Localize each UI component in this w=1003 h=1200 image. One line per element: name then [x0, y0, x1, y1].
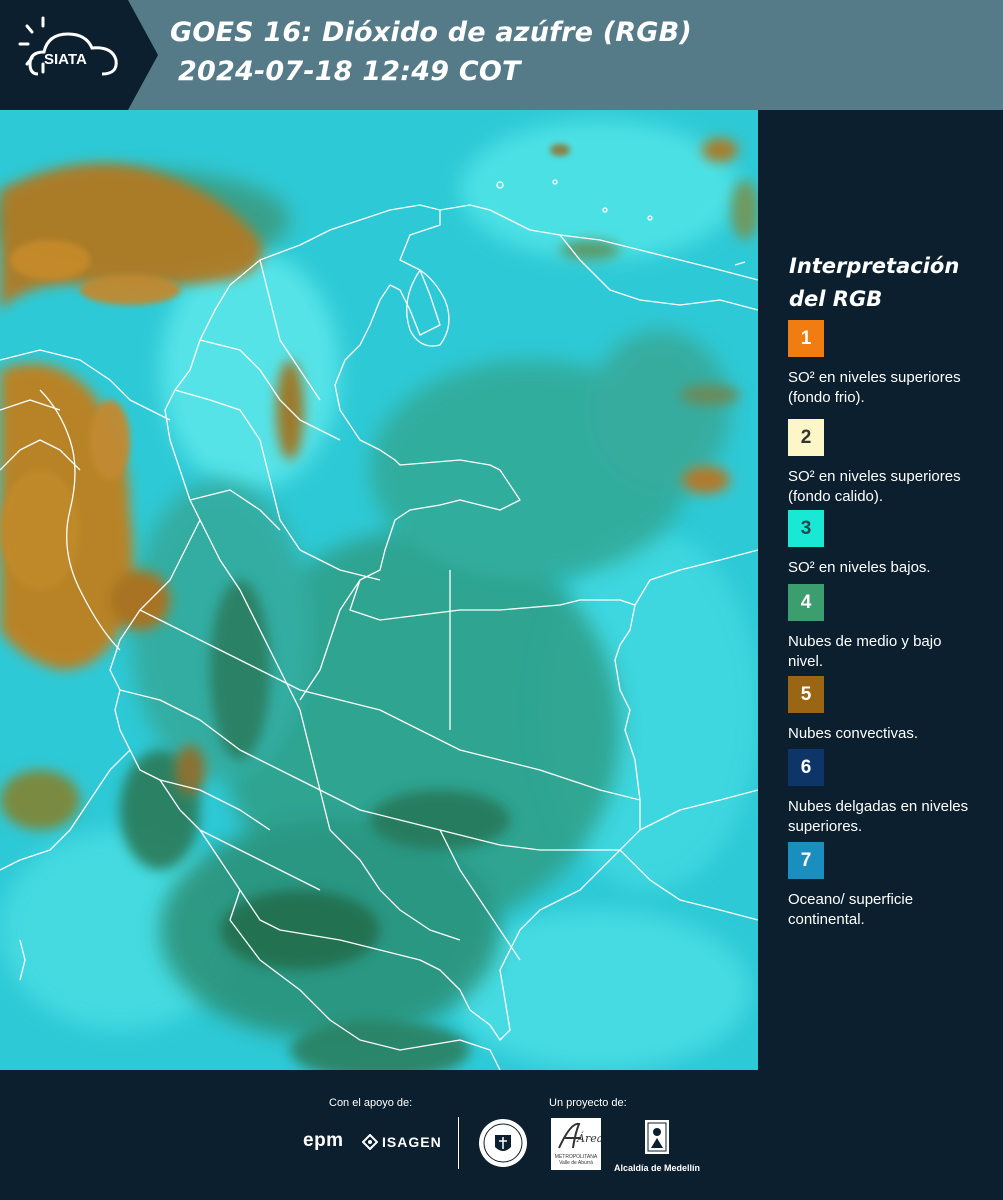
- legend-label-6: Nubes delgadas en niveles superiores.: [788, 798, 969, 835]
- alcaldia-logo: Alcaldía de Medellín: [612, 1118, 702, 1173]
- legend-label-7: Oceano/ superficie continental.: [788, 891, 914, 928]
- legend-label-3: SO² en niveles bajos.: [788, 559, 931, 576]
- legend-swatch-4: 4: [788, 584, 824, 621]
- footer-divider: [458, 1117, 459, 1169]
- header-bar: SIATA GOES 16: Dióxido de azúfre (RGB) 2…: [0, 0, 1003, 110]
- siata-logo-text: SIATA: [44, 51, 87, 68]
- alcaldia-text: Alcaldía de Medellín: [613, 1163, 701, 1173]
- isagen-icon: [362, 1134, 378, 1150]
- legend-panel: Interpretación del RGB 1 SO² en niveles …: [758, 110, 1003, 1070]
- satellite-map[interactable]: [0, 110, 758, 1070]
- legend-swatch-5: 5: [788, 676, 824, 713]
- support-caption: Con el apoyo de:: [329, 1097, 413, 1109]
- legend-swatch-6: 6: [788, 749, 824, 786]
- legend-swatch-2: 2: [788, 419, 824, 456]
- area-logo-subtext: METROPOLITANA Valle de Aburrá: [554, 1154, 598, 1166]
- medellin-seal-icon: [479, 1119, 527, 1167]
- legend-swatch-1: 1: [788, 320, 824, 357]
- epm-logo: epm: [303, 1130, 344, 1151]
- area-logo-text: Área: [576, 1131, 601, 1145]
- page-timestamp: 2024-07-18 12:49 COT: [178, 56, 521, 87]
- isagen-logo: ISAGEN: [362, 1132, 442, 1152]
- isagen-text: ISAGEN: [382, 1134, 442, 1150]
- legend-label-4: Nubes de medio y bajo nivel.: [788, 633, 942, 670]
- legend-label-5: Nubes convectivas.: [788, 725, 919, 742]
- legend-label-2: SO² en niveles superiores (fondo calido)…: [788, 468, 961, 505]
- page-title: GOES 16: Dióxido de azúfre (RGB): [170, 17, 692, 48]
- legend-label-1: SO² en niveles superiores (fondo frio).: [788, 369, 961, 406]
- project-caption: Un proyecto de:: [549, 1097, 627, 1109]
- footer: Con el apoyo de: Un proyecto de: epm ISA…: [0, 1070, 1003, 1200]
- area-metropolitana-logo: Área METROPOLITANA Valle de Aburrá: [551, 1118, 603, 1170]
- legend-title: Interpretación del RGB: [789, 254, 960, 311]
- alcaldia-shield-icon: [645, 1120, 669, 1154]
- siata-logo: SIATA: [0, 0, 160, 110]
- area-logo-mark: Área: [558, 1122, 603, 1149]
- legend-swatch-7: 7: [788, 842, 824, 879]
- legend-swatch-3: 3: [788, 510, 824, 547]
